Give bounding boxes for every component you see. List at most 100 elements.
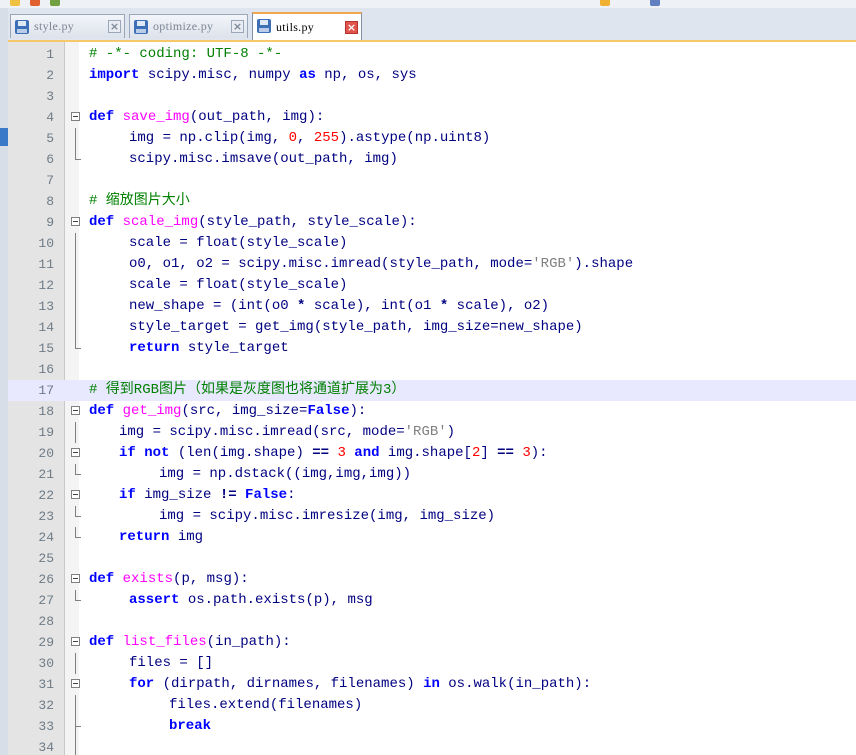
fold-toggle-icon[interactable] <box>71 632 80 653</box>
line-number: 14 <box>38 320 54 335</box>
code-line[interactable]: 16 <box>8 359 856 380</box>
code-line[interactable]: 7 <box>8 170 856 191</box>
code-line[interactable]: 4 def save_img(out_path, img): <box>8 107 856 128</box>
code-text: img = scipy.misc.imresize(img, img_size) <box>159 506 495 527</box>
line-number: 23 <box>38 509 54 524</box>
token: (out_path, img): <box>189 109 325 125</box>
token-kw: def <box>89 634 115 650</box>
token: (style_path, style_scale): <box>198 214 417 230</box>
tab-style-py[interactable]: style.py × <box>10 14 125 38</box>
code-line[interactable]: 11 o0, o1, o2 = scipy.misc.imread(style_p… <box>8 254 856 275</box>
code-line[interactable]: 19 img = scipy.misc.imread(src, mode='RGB… <box>8 422 856 443</box>
code-line[interactable]: 23 img = scipy.misc.imresize(img, img_siz… <box>8 506 856 527</box>
token: os.walk(in_path): <box>439 676 592 692</box>
code-line[interactable]: 14 style_target = get_img(style_path, img… <box>8 317 856 338</box>
fold-mark <box>75 275 76 296</box>
line-number: 10 <box>38 236 54 251</box>
fold-mark <box>71 406 80 415</box>
line-number: 12 <box>38 278 54 293</box>
code-line[interactable]: 1 # -*- coding: UTF-8 -*- <box>8 44 856 65</box>
code-line[interactable]: 5 img = np.clip(img, 0, 255).astype(np.ui… <box>8 128 856 149</box>
fold-toggle-icon[interactable] <box>71 443 80 464</box>
code-line[interactable]: 8 # 缩放图片大小 <box>8 191 856 212</box>
code-line[interactable]: 17 # 得到RGB图片（如果是灰度图也将通道扩展为3） <box>8 380 856 401</box>
line-number: 9 <box>46 215 54 230</box>
token: np, os, sys <box>315 67 417 83</box>
fold-mark <box>75 233 76 254</box>
tab-utils-py[interactable]: utils.py × <box>252 12 362 40</box>
token: img <box>169 529 204 545</box>
code-line[interactable]: 22 if img_size != False: <box>8 485 856 506</box>
floppy-disk-icon <box>257 19 271 33</box>
fold-mark <box>71 112 80 121</box>
close-tab-icon[interactable]: × <box>108 20 121 33</box>
code-text: img = np.clip(img, 0, 255).astype(np.uin… <box>129 128 490 149</box>
code-line[interactable]: 30 files = [] <box>8 653 856 674</box>
fold-toggle-icon[interactable] <box>71 569 80 590</box>
toolbar-icon[interactable] <box>50 0 60 6</box>
code-line[interactable]: 24 return img <box>8 527 856 548</box>
tab-optimize-py[interactable]: optimize.py × <box>129 14 248 38</box>
code-line[interactable]: 34 <box>8 737 856 755</box>
toolbar-icon[interactable] <box>600 0 610 6</box>
code-line[interactable]: 29 def list_files(in_path): <box>8 632 856 653</box>
fold-toggle-icon[interactable] <box>71 485 80 506</box>
fold-toggle-icon[interactable] <box>71 107 80 128</box>
code-editor[interactable]: 1 # -*- coding: UTF-8 -*- 2 import scipy.mi… <box>8 42 856 755</box>
token-func: get_img <box>122 403 182 419</box>
fold-toggle-icon[interactable] <box>71 674 80 695</box>
line-number: 30 <box>38 656 54 671</box>
token: img_size <box>135 487 220 503</box>
code-text: def exists(p, msg): <box>89 569 249 590</box>
code-line[interactable]: 25 <box>8 548 856 569</box>
code-line[interactable]: 13 new_shape = (int(o0 * scale), int(o1 *… <box>8 296 856 317</box>
line-number: 4 <box>46 110 54 125</box>
code-line[interactable]: 33 break <box>8 716 856 737</box>
code-line[interactable]: 18 def get_img(src, img_size=False): <box>8 401 856 422</box>
fold-toggle-icon[interactable] <box>71 212 80 233</box>
code-text: new_shape = (int(o0 * scale), int(o1 * s… <box>129 296 549 317</box>
code-line[interactable]: 20 if not (len(img.shape) == 3 and img.sh… <box>8 443 856 464</box>
fold-toggle-icon[interactable] <box>71 401 80 422</box>
token-kw: def <box>89 109 115 125</box>
line-number: 15 <box>38 341 54 356</box>
fold-mark <box>75 422 76 443</box>
token: ] <box>480 445 498 461</box>
code-line[interactable]: 27 assert os.path.exists(p), msg <box>8 590 856 611</box>
close-tab-icon[interactable]: × <box>345 21 358 34</box>
fold-guide <box>71 590 81 611</box>
toolbar-icon[interactable] <box>650 0 660 6</box>
code-line[interactable]: 31 for (dirpath, dirnames, filenames) in … <box>8 674 856 695</box>
code-line[interactable]: 26 def exists(p, msg): <box>8 569 856 590</box>
code-line[interactable]: 15 return style_target <box>8 338 856 359</box>
fold-mark <box>71 637 80 646</box>
token: (src, img_size= <box>181 403 308 419</box>
fold-mark <box>75 506 81 517</box>
code-line[interactable]: 10 scale = float(style_scale) <box>8 233 856 254</box>
line-number: 26 <box>38 572 54 587</box>
token: ): <box>349 403 367 419</box>
code-line[interactable]: 2 import scipy.misc, numpy as np, os, sys <box>8 65 856 86</box>
token: style_target <box>179 340 289 356</box>
code-line[interactable]: 6 scipy.misc.imsave(out_path, img) <box>8 149 856 170</box>
tab-bar: style.py × optimize.py × utils.py × <box>8 8 856 42</box>
code-line[interactable]: 21 img = np.dstack((img,img,img)) <box>8 464 856 485</box>
code-line[interactable]: 3 <box>8 86 856 107</box>
code-line[interactable]: 28 <box>8 611 856 632</box>
toolbar-icon[interactable] <box>10 0 20 6</box>
token: (len(img.shape) <box>169 445 313 461</box>
code-text: img = scipy.misc.imread(src, mode='RGB') <box>119 422 455 443</box>
code-line[interactable]: 32 files.extend(filenames) <box>8 695 856 716</box>
fold-guide <box>71 275 80 296</box>
token-num: 0 <box>288 130 298 146</box>
code-line[interactable]: 9 def scale_img(style_path, style_scale): <box>8 212 856 233</box>
token-kw: as <box>299 67 316 83</box>
toolbar-icon[interactable] <box>30 0 40 6</box>
token-kw: def <box>89 214 115 230</box>
token: scale), int(o1 <box>305 298 440 314</box>
close-tab-icon[interactable]: × <box>231 20 244 33</box>
token-num: 255 <box>313 130 340 146</box>
code-line[interactable]: 12 scale = float(style_scale) <box>8 275 856 296</box>
fold-mark <box>75 317 76 338</box>
